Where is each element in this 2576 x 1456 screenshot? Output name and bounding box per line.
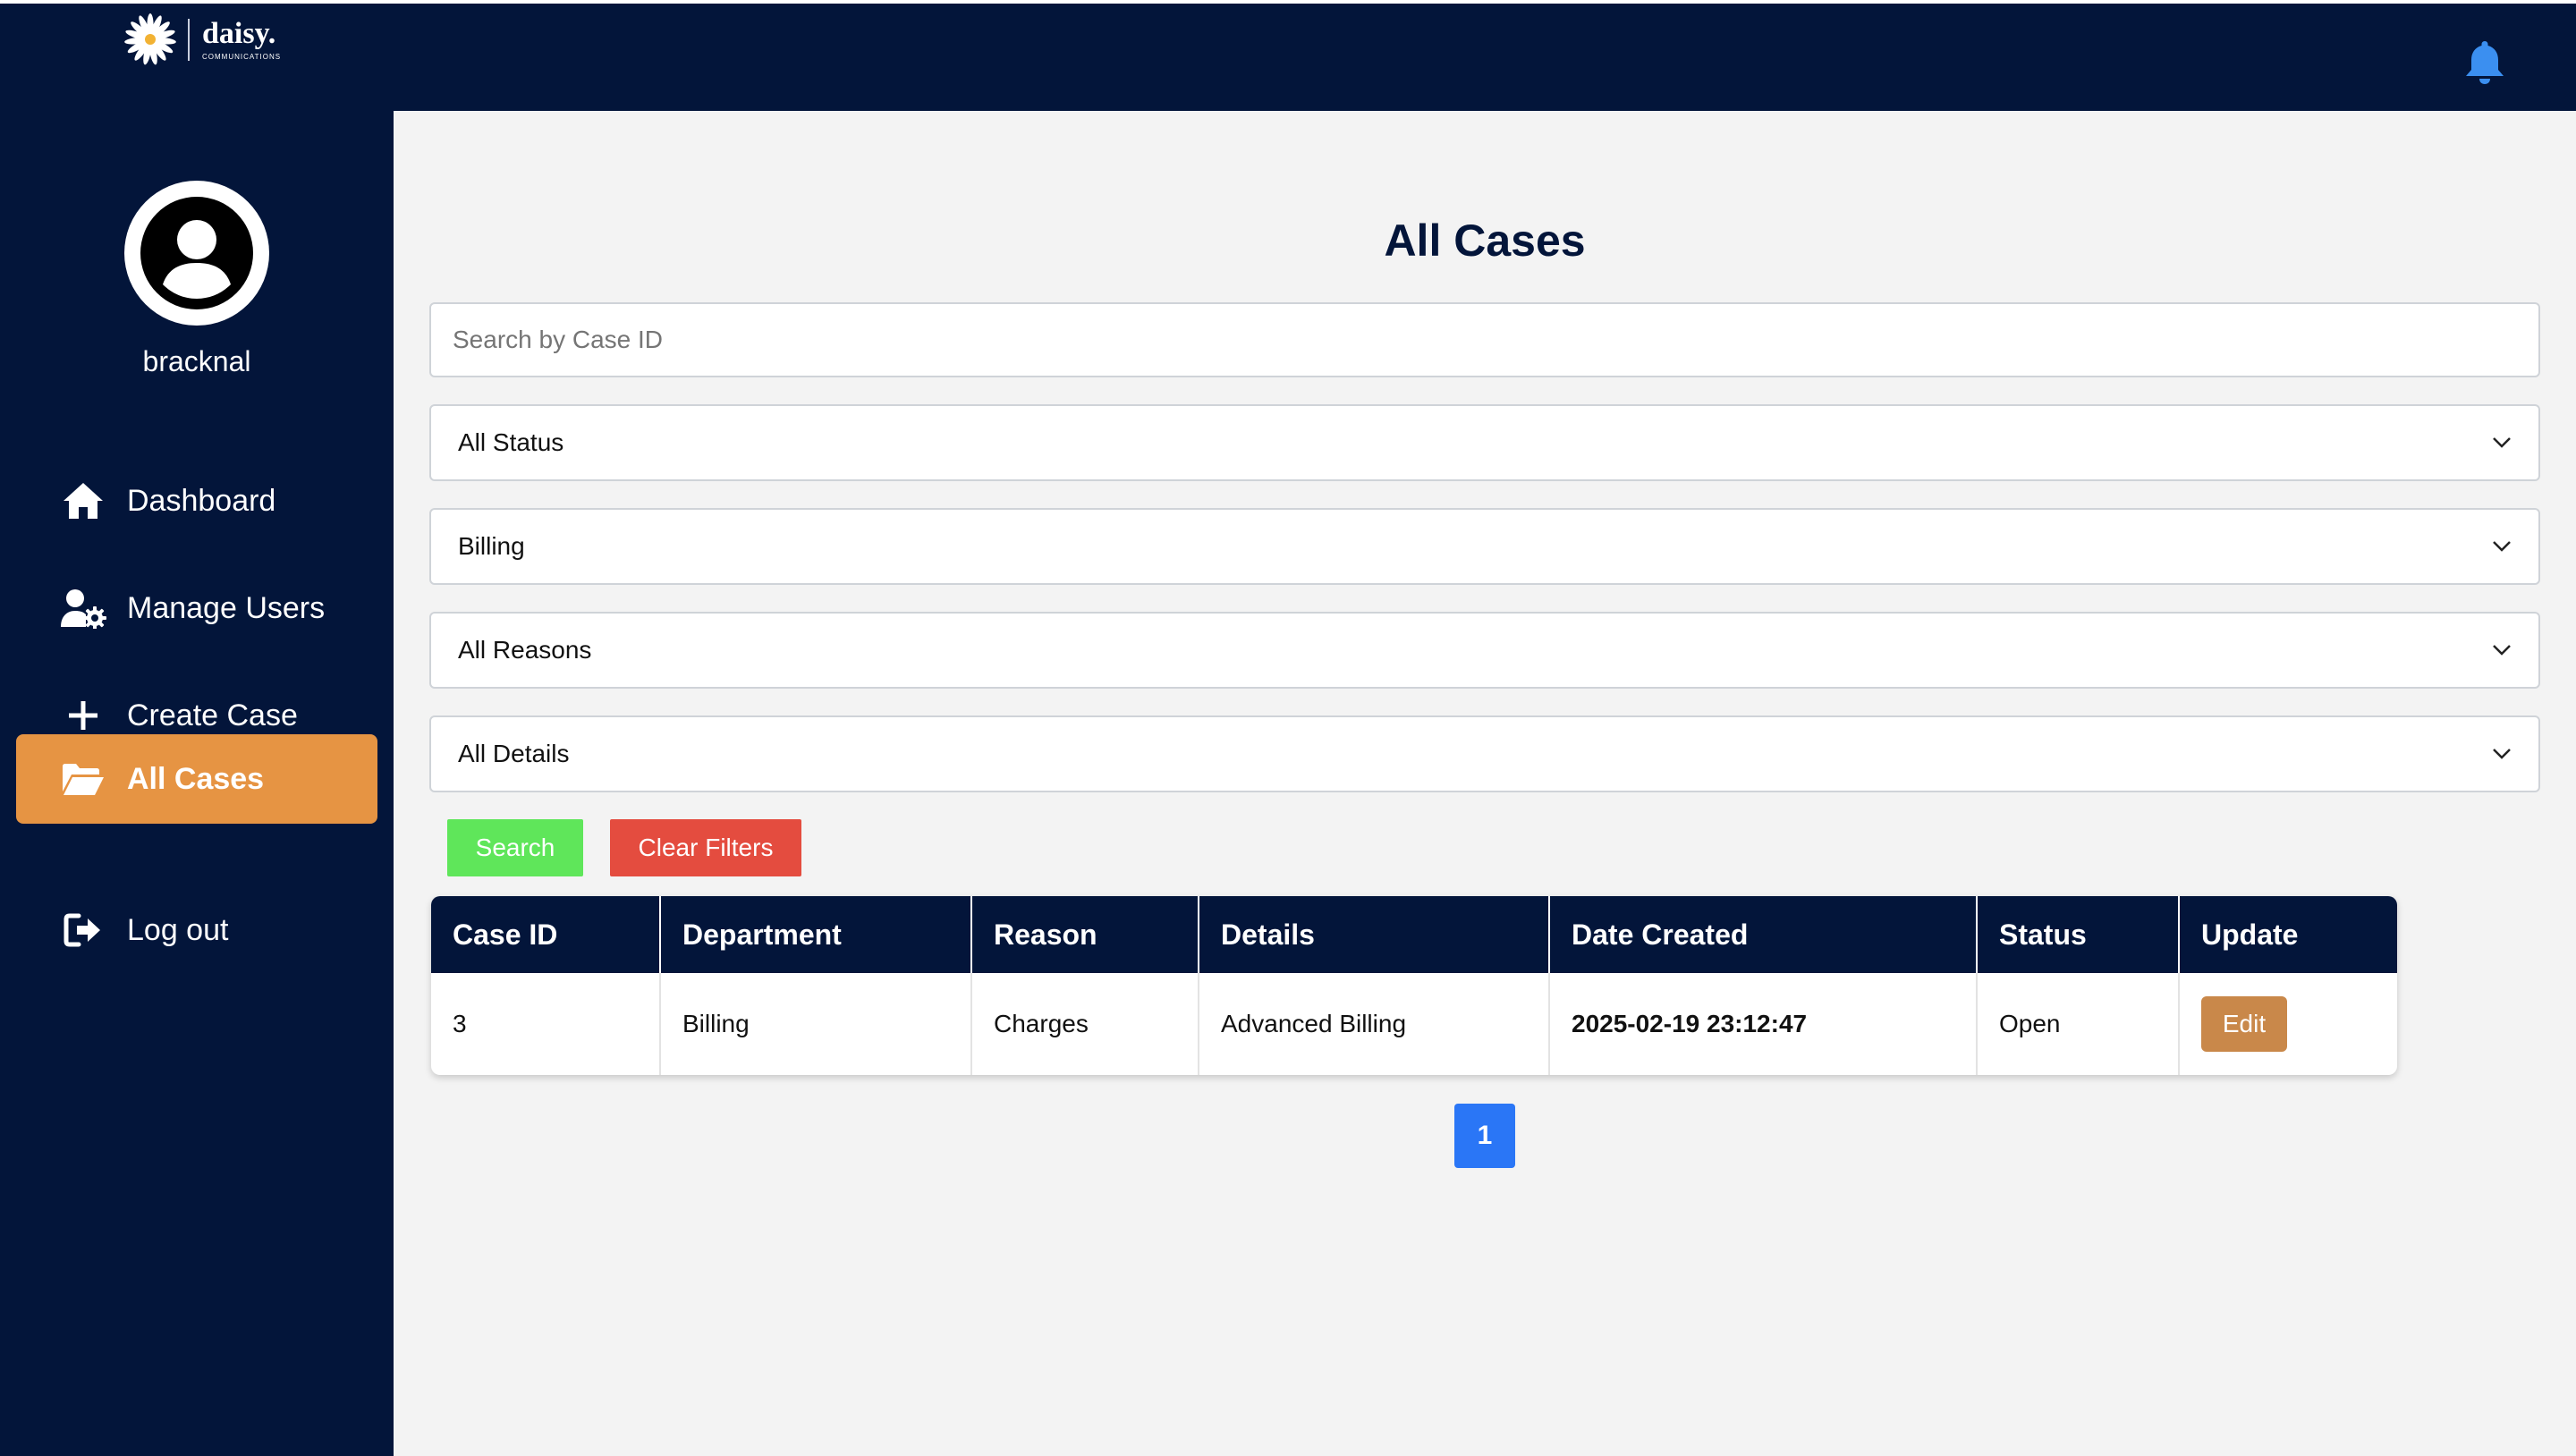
table-header-row: Case ID Department Reason Details Date C… [431, 896, 2397, 973]
column-header-department: Department [660, 896, 972, 973]
cell-case-id: 3 [431, 973, 661, 1075]
brand-subtitle: COMMUNICATIONS [202, 52, 282, 61]
user-circle-icon [140, 197, 253, 309]
home-icon [59, 478, 107, 523]
page-title: All Cases [1384, 216, 1586, 266]
cell-reason: Charges [971, 973, 1199, 1075]
table-row: 3 Billing Charges Advanced Billing 2025-… [431, 973, 2397, 1075]
status-filter-select[interactable]: All Status [429, 404, 2540, 481]
user-gear-icon [59, 586, 107, 631]
sidebar-item-label: All Cases [127, 761, 265, 796]
department-filter-value: Billing [458, 532, 525, 560]
sidebar-item-dashboard[interactable]: Dashboard [16, 456, 377, 546]
daisy-flower-icon [124, 13, 176, 65]
status-filter-value: All Status [458, 428, 564, 456]
sidebar-item-label: Log out [127, 912, 229, 947]
avatar[interactable] [124, 181, 269, 326]
sidebar-item-all-cases[interactable]: All Cases [16, 734, 377, 824]
brand-wordmark: daisy. COMMUNICATIONS [188, 16, 282, 61]
brand-name: daisy. [202, 16, 276, 50]
username: bracknal [142, 345, 251, 377]
sidebar-item-label: Create Case [127, 698, 298, 732]
brand-logo[interactable]: daisy. COMMUNICATIONS [122, 11, 281, 68]
edit-button[interactable]: Edit [2201, 996, 2287, 1052]
sidebar-item-manage-users[interactable]: Manage Users [16, 563, 377, 653]
cell-update: Edit [2179, 973, 2397, 1075]
bell-icon[interactable] [2462, 38, 2508, 86]
folder-open-icon [59, 757, 107, 801]
pagination-page-button[interactable]: 1 [1454, 1104, 1515, 1168]
cell-details: Advanced Billing [1199, 973, 1550, 1075]
sidebar-item-label: Manage Users [127, 590, 326, 625]
column-header-date-created: Date Created [1549, 896, 1978, 973]
details-filter-value: All Details [458, 740, 570, 767]
logout-icon [59, 908, 107, 952]
main-content: All Cases All Status Billing All Reasons… [394, 111, 2576, 1456]
chevron-down-icon [2493, 541, 2511, 552]
case-id-search-input[interactable] [429, 302, 2540, 377]
sidebar-item-log-out[interactable]: Log out [16, 885, 377, 975]
department-filter-select[interactable]: Billing [429, 508, 2540, 585]
column-header-case-id: Case ID [431, 896, 661, 973]
clear-filters-button[interactable]: Clear Filters [610, 819, 801, 876]
reason-filter-select[interactable]: All Reasons [429, 612, 2540, 689]
column-header-reason: Reason [971, 896, 1199, 973]
cell-date-created: 2025-02-19 23:12:47 [1549, 973, 1978, 1075]
cases-table: Case ID Department Reason Details Date C… [431, 896, 2397, 1075]
sidebar: bracknal Dashboard Manage Users Create C… [0, 111, 394, 1456]
chevron-down-icon [2493, 437, 2511, 448]
reason-filter-value: All Reasons [458, 636, 592, 664]
column-header-update: Update [2179, 896, 2397, 973]
plus-icon [59, 693, 107, 738]
top-bar: daisy. COMMUNICATIONS [0, 0, 2576, 111]
column-header-details: Details [1199, 896, 1550, 973]
search-button[interactable]: Search [447, 819, 583, 876]
sidebar-item-label: Dashboard [127, 483, 276, 518]
chevron-down-icon [2493, 645, 2511, 656]
details-filter-select[interactable]: All Details [429, 715, 2540, 792]
cell-status: Open [1977, 973, 2180, 1075]
cell-department: Billing [660, 973, 972, 1075]
chevron-down-icon [2493, 749, 2511, 759]
column-header-status: Status [1977, 896, 2180, 973]
